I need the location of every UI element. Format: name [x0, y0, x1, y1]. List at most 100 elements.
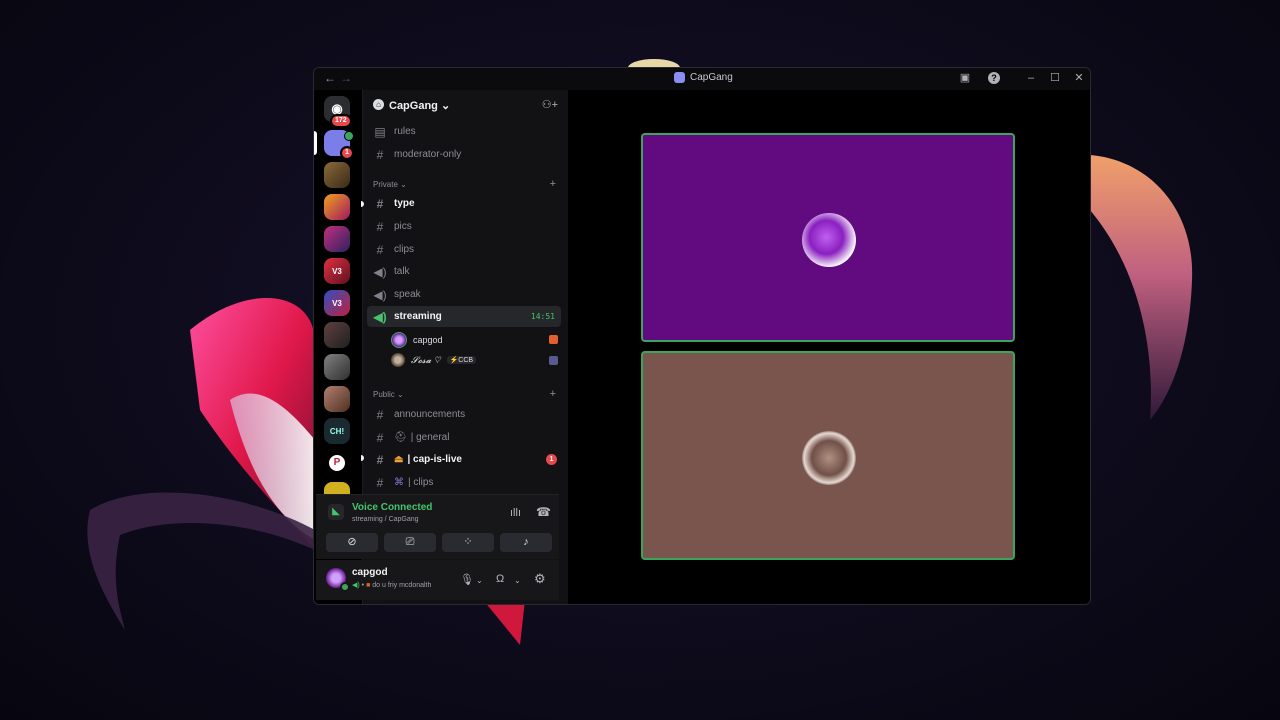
- gamepad-emoji-icon: ⌘: [394, 477, 404, 488]
- hash-icon: #: [376, 219, 384, 234]
- speaker-icon: ◀): [352, 582, 360, 589]
- server-v3-red[interactable]: V3: [324, 258, 350, 284]
- server-icon-3[interactable]: [324, 162, 350, 188]
- server-ch[interactable]: CH!: [324, 418, 350, 444]
- headphones-icon[interactable]: Ω: [496, 573, 504, 585]
- hash-icon: #: [376, 452, 384, 467]
- channel-announcements[interactable]: # announcements: [367, 404, 561, 425]
- add-channel-icon[interactable]: +: [550, 388, 556, 400]
- participant-avatar: [802, 431, 856, 485]
- channel-clips-public[interactable]: # ⌘ | clips: [367, 472, 561, 493]
- voice-channel-path[interactable]: streaming / CapGang: [352, 516, 419, 523]
- channel-moderator-only[interactable]: # moderator-only: [367, 144, 561, 165]
- disconnect-icon[interactable]: ☎: [536, 505, 551, 519]
- camera-toggle-button[interactable]: ⊘: [326, 533, 378, 552]
- help-icon[interactable]: ?: [988, 72, 1000, 84]
- channel-cap-is-live[interactable]: # ⏏ | cap-is-live 1: [367, 449, 561, 470]
- avatar: [391, 332, 407, 348]
- dm-badge: 172: [330, 114, 352, 128]
- channel-rules[interactable]: ▤ rules: [367, 121, 561, 142]
- activity-icon: [549, 356, 558, 365]
- server-icon-9[interactable]: [324, 354, 350, 380]
- user-panel: capgod ◀) • ■ do u friy mcdonalth 🎙︎ ⌄ Ω…: [316, 560, 559, 600]
- activities-button[interactable]: ⁘: [442, 533, 494, 552]
- voice-status-title[interactable]: Voice Connected: [352, 502, 432, 513]
- invite-people-icon[interactable]: ⚇+: [542, 98, 558, 111]
- status-dot-icon: [344, 131, 354, 141]
- forward-arrow-icon[interactable]: →: [340, 71, 352, 85]
- hash-icon: #: [376, 407, 384, 422]
- channel-general[interactable]: # ⛑ | general: [367, 427, 561, 448]
- voice-user-sosa[interactable]: 𝓢𝓸𝓼𝓪 ♡ ⚡CCB: [391, 353, 477, 367]
- category-private[interactable]: Private ⌄: [373, 180, 407, 189]
- chevron-down-icon: ⌄: [440, 100, 451, 112]
- channel-pics[interactable]: # pics: [367, 216, 561, 237]
- chevron-down-icon[interactable]: ⌄: [514, 576, 521, 585]
- activities-icon: ⁘: [463, 536, 473, 548]
- server-icon-4[interactable]: [324, 194, 350, 220]
- hash-icon: #: [376, 430, 384, 445]
- voice-connected-panel: ◣ Voice Connected streaming / CapGang ıl…: [316, 494, 559, 559]
- screen-share-button[interactable]: ⎚: [384, 533, 436, 552]
- voice-channel-streaming[interactable]: ◀) streaming 14:51: [367, 306, 561, 327]
- server-icon: [674, 72, 685, 83]
- voice-user-capgod[interactable]: capgod: [391, 332, 443, 348]
- back-arrow-icon[interactable]: ←: [324, 71, 336, 85]
- soundboard-button[interactable]: ♪: [500, 533, 552, 552]
- screen-share-icon: ⎚: [405, 536, 415, 548]
- category-public[interactable]: Public ⌄: [373, 390, 404, 399]
- server-p[interactable]: P: [324, 450, 350, 476]
- signal-icon[interactable]: ◣: [328, 504, 344, 520]
- rules-icon: ▤: [374, 124, 386, 139]
- camera-off-icon: ⊘: [347, 536, 357, 548]
- participant-tile-capgod[interactable]: [641, 133, 1015, 342]
- participant-avatar: [802, 213, 856, 267]
- server-home-icon: ⌂: [373, 99, 384, 110]
- hash-icon: #: [376, 196, 384, 211]
- voice-stage: [568, 90, 1090, 604]
- speaker-icon: ◀): [373, 309, 387, 324]
- voice-channel-speak[interactable]: ◀) speak: [367, 284, 561, 305]
- add-channel-icon[interactable]: +: [550, 178, 556, 190]
- speaker-icon: ◀): [373, 264, 387, 279]
- minimize-icon[interactable]: –: [1024, 71, 1038, 85]
- mention-badge: 1: [546, 454, 557, 465]
- live-activity-icon: [549, 335, 558, 344]
- bell-emoji-icon: ⏏: [394, 454, 404, 465]
- discord-window: ← → CapGang ▣ ? – ☐ ✕ ◉ 172 1 V3 V3 CH! …: [313, 67, 1091, 605]
- hash-icon: #: [376, 475, 384, 490]
- inbox-icon[interactable]: ▣: [958, 71, 972, 85]
- online-status-icon: [340, 582, 350, 592]
- server-icon-8[interactable]: [324, 322, 350, 348]
- hash-icon: #: [376, 147, 384, 162]
- helmet-emoji-icon: ⛑: [394, 432, 407, 443]
- call-timer: 14:51: [530, 312, 555, 321]
- user-tag: ⚡CCB: [446, 356, 477, 364]
- settings-gear-icon[interactable]: ⚙: [534, 571, 546, 587]
- server-icon-5[interactable]: [324, 226, 350, 252]
- avatar: [391, 353, 405, 367]
- unread-indicator: [361, 455, 364, 461]
- username[interactable]: capgod: [352, 567, 388, 578]
- server-badge: 1: [340, 146, 354, 160]
- channel-clips[interactable]: # clips: [367, 239, 561, 260]
- server-header[interactable]: ⌂ CapGang ⌄ ⚇+: [363, 90, 568, 120]
- maximize-icon[interactable]: ☐: [1048, 71, 1062, 85]
- channel-type[interactable]: # type: [367, 193, 561, 214]
- noise-suppression-icon[interactable]: ıllı: [510, 507, 521, 519]
- participant-tile-sosa[interactable]: [641, 351, 1015, 560]
- voice-channel-talk[interactable]: ◀) talk: [367, 261, 561, 282]
- title-bar: ← → CapGang ▣ ? – ☐ ✕: [314, 68, 1090, 90]
- server-icon-10[interactable]: [324, 386, 350, 412]
- server-v3-blue[interactable]: V3: [324, 290, 350, 316]
- window-title: CapGang: [674, 72, 733, 83]
- chevron-down-icon[interactable]: ⌄: [476, 576, 483, 585]
- unread-indicator: [361, 201, 364, 207]
- custom-status[interactable]: ◀) • ■ do u friy mcdonalth: [352, 581, 431, 589]
- status-emoji-icon: ■: [366, 582, 371, 589]
- soundboard-icon: ♪: [523, 536, 529, 548]
- speaker-icon: ◀): [373, 287, 387, 302]
- close-icon[interactable]: ✕: [1072, 71, 1086, 85]
- wallpaper-ribbon-right: [1090, 155, 1193, 420]
- microphone-icon[interactable]: 🎙︎: [460, 573, 474, 586]
